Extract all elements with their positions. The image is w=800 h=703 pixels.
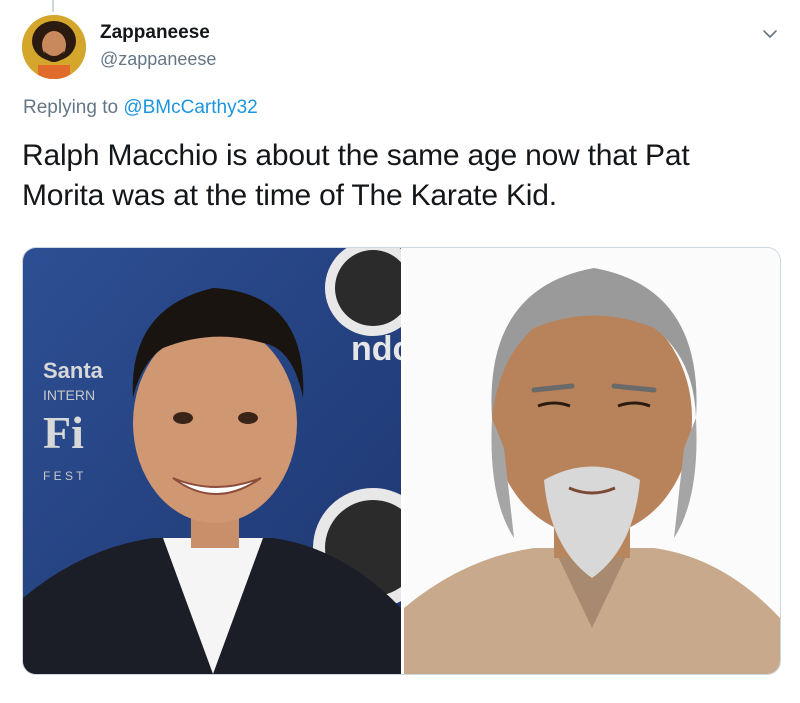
avatar[interactable] [22, 15, 86, 79]
thread-connector-line [52, 0, 54, 12]
media-photo-1[interactable]: ndc Santa INTERN Fi F E S T [23, 248, 401, 674]
reply-mention-link[interactable]: @BMcCarthy32 [123, 97, 257, 118]
backdrop-text-line-3: Fi [43, 407, 84, 458]
backdrop-text-line-4: F E S T [43, 469, 84, 483]
tweet-media-grid: ndc Santa INTERN Fi F E S T [22, 247, 781, 675]
tweet-text: Ralph Macchio is about the same age now … [22, 139, 690, 212]
chevron-down-icon[interactable] [760, 24, 780, 44]
author-handle[interactable]: @zappaneese [100, 49, 216, 70]
tweet-card[interactable]: Zappaneese @zappaneese Replying to @BMcC… [0, 0, 800, 703]
backdrop-text-line-1: Santa [43, 358, 104, 383]
backdrop-text-line-2: INTERN [43, 387, 95, 403]
reply-context: Replying to @BMcCarthy32 [23, 97, 258, 119]
reply-context-prefix: Replying to [23, 97, 124, 118]
author-display-name[interactable]: Zappaneese [100, 22, 210, 44]
media-photo-2[interactable] [404, 248, 780, 674]
backdrop-logo-text: ndc [351, 330, 401, 368]
tweet-bottom-divider [0, 697, 800, 703]
